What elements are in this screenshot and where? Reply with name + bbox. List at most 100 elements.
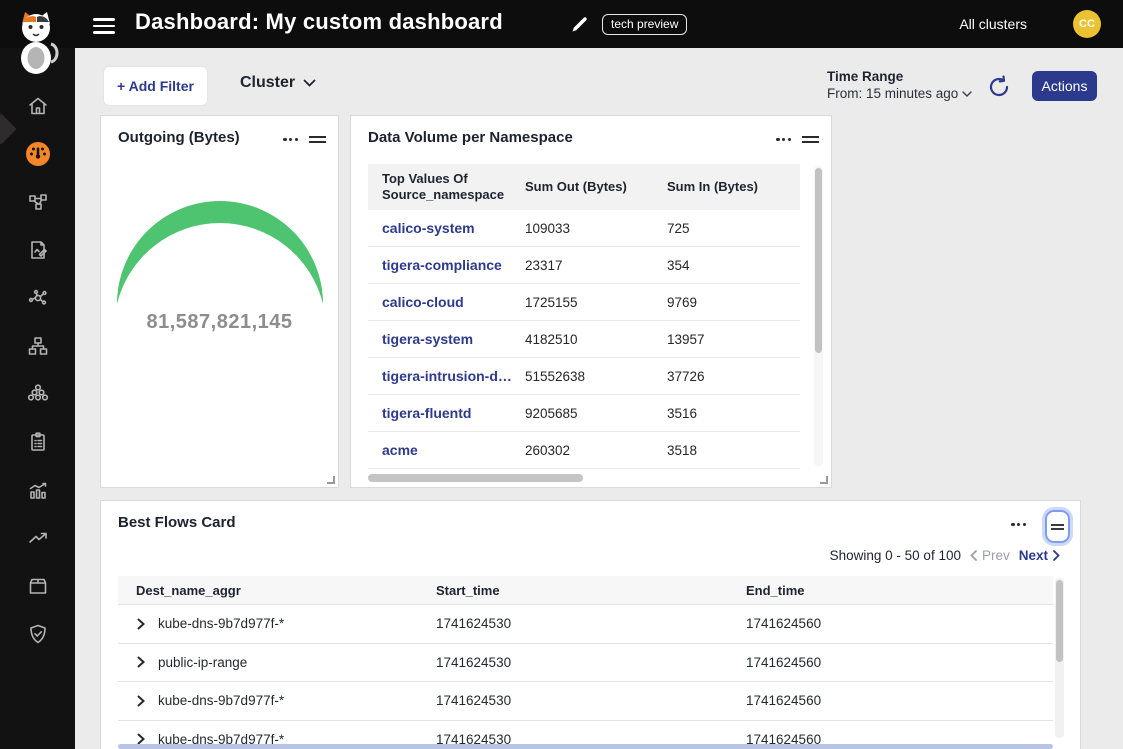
- card-drag-handle-icon[interactable]: [1045, 510, 1070, 543]
- bubbles-cluster-icon: [26, 382, 50, 406]
- card-title: Best Flows Card: [118, 514, 236, 531]
- namespace-link[interactable]: tigera-compliance: [382, 257, 502, 273]
- actions-button[interactable]: Actions: [1032, 71, 1097, 101]
- sidebar-item-policies[interactable]: [24, 428, 52, 456]
- sum-out-value: 23317: [511, 258, 653, 273]
- horizontal-scrollbar[interactable]: [368, 474, 800, 482]
- cluster-filter-dropdown[interactable]: Cluster: [240, 74, 316, 92]
- sidebar-item-service-graph[interactable]: [24, 188, 52, 216]
- chart-stats-icon: [26, 478, 50, 502]
- card-menu-icon[interactable]: [774, 134, 793, 145]
- horizontal-scrollbar[interactable]: [118, 744, 1053, 749]
- namespace-link[interactable]: acme: [382, 442, 418, 458]
- card-menu-icon[interactable]: [1009, 519, 1028, 530]
- edit-pencil-icon[interactable]: [570, 14, 590, 34]
- start-time: 1741624530: [418, 616, 728, 631]
- end-time: 1741624560: [728, 616, 1053, 631]
- table-row: kube-dns-9b7d977f-* 1741624530 174162456…: [118, 682, 1053, 721]
- sum-in-value: 3518: [653, 443, 800, 458]
- sum-out-value: 109033: [511, 221, 653, 236]
- card-menu-icon[interactable]: [281, 134, 300, 145]
- sum-out-value: 260302: [511, 443, 653, 458]
- sidebar-item-security[interactable]: [24, 620, 52, 648]
- namespace-link[interactable]: tigera-system: [382, 331, 473, 347]
- refresh-icon[interactable]: [986, 74, 1012, 100]
- chevron-down-icon: [303, 79, 316, 87]
- best-flows-card: Best Flows Card Showing 0 - 50 of 100 Pr…: [100, 500, 1081, 749]
- hamburger-menu-icon[interactable]: [93, 14, 115, 34]
- prev-page-button[interactable]: Prev: [970, 548, 1010, 563]
- sidebar-item-trends[interactable]: [24, 524, 52, 552]
- cluster-filter-label: Cluster: [240, 74, 295, 92]
- box-icon: [26, 574, 50, 598]
- card-title: Outgoing (Bytes): [118, 129, 240, 146]
- column-header: Start_time: [418, 583, 728, 598]
- sidebar-item-connections[interactable]: [24, 284, 52, 312]
- dest-name: kube-dns-9b7d977f-*: [158, 616, 284, 631]
- gauge-arc: [110, 199, 330, 309]
- sidebar-item-network[interactable]: [24, 332, 52, 360]
- column-header: Sum In (Bytes): [653, 173, 800, 201]
- namespace-table: Top Values Of Source_namespace Sum Out (…: [368, 164, 800, 469]
- shield-check-icon: [26, 622, 50, 646]
- trend-arrow-icon: [26, 526, 50, 550]
- card-drag-handle-icon[interactable]: [802, 136, 819, 143]
- sum-out-value: 9205685: [511, 406, 653, 421]
- chevron-right-icon: [1053, 550, 1060, 561]
- user-avatar[interactable]: CC: [1073, 10, 1101, 38]
- top-header: Dashboard: My custom dashboard tech prev…: [0, 0, 1123, 48]
- add-filter-button[interactable]: + Add Filter: [103, 66, 208, 106]
- table-row: tigera-compliance 23317 354: [368, 247, 800, 284]
- sitemap-icon: [26, 334, 50, 358]
- best-flows-table: Dest_name_aggr Start_time End_time kube-…: [118, 576, 1053, 749]
- sidebar-item-packages[interactable]: [24, 572, 52, 600]
- service-graph-icon: [26, 190, 50, 214]
- namespace-link[interactable]: calico-cloud: [382, 294, 464, 310]
- share-network-icon: [26, 286, 50, 310]
- time-range-control[interactable]: Time Range From: 15 minutes ago: [827, 69, 972, 101]
- sum-in-value: 13957: [653, 332, 800, 347]
- card-drag-handle-icon[interactable]: [309, 136, 326, 143]
- column-header: Sum Out (Bytes): [511, 173, 653, 201]
- table-row: kube-dns-9b7d977f-* 1741624530 174162456…: [118, 605, 1053, 644]
- row-expand-chevron-icon[interactable]: [136, 695, 146, 707]
- sum-out-value: 51552638: [511, 369, 653, 384]
- calico-cat-logo[interactable]: [13, 8, 61, 76]
- vertical-scrollbar[interactable]: [1055, 578, 1064, 738]
- report-edit-icon: [26, 238, 50, 262]
- sum-in-value: 725: [653, 221, 800, 236]
- sum-in-value: 37726: [653, 369, 800, 384]
- start-time: 1741624530: [418, 693, 728, 708]
- sidebar-item-reports[interactable]: [24, 236, 52, 264]
- namespace-link[interactable]: tigera-intrusion-d…: [382, 368, 511, 384]
- card-resize-handle[interactable]: [327, 476, 335, 484]
- sidebar-item-dashboards[interactable]: [24, 140, 52, 168]
- time-range-label: Time Range: [827, 69, 972, 84]
- namespace-link[interactable]: tigera-fluentd: [382, 405, 471, 421]
- vertical-scrollbar[interactable]: [814, 166, 823, 466]
- page-title: Dashboard: My custom dashboard: [135, 9, 503, 35]
- row-expand-chevron-icon[interactable]: [136, 618, 146, 630]
- table-row: calico-cloud 1725155 9769: [368, 284, 800, 321]
- sidebar-item-statistics[interactable]: [24, 476, 52, 504]
- card-resize-handle[interactable]: [820, 476, 828, 484]
- gauge-dashboard-icon: [24, 140, 52, 168]
- home-icon: [26, 94, 50, 118]
- best-flows-table-header: Dest_name_aggr Start_time End_time: [118, 576, 1053, 605]
- table-row: calico-system 109033 725: [368, 210, 800, 247]
- sidebar-notch: [0, 113, 17, 144]
- sidebar-item-home[interactable]: [24, 92, 52, 120]
- card-title: Data Volume per Namespace: [368, 129, 573, 146]
- column-header: End_time: [728, 583, 1053, 598]
- sidebar: [0, 0, 75, 749]
- sidebar-item-workloads[interactable]: [24, 380, 52, 408]
- sum-in-value: 9769: [653, 295, 800, 310]
- outgoing-bytes-card: Outgoing (Bytes) 81,587,821,145: [100, 115, 339, 488]
- cluster-scope-selector[interactable]: All clusters: [959, 16, 1027, 32]
- end-time: 1741624560: [728, 655, 1053, 670]
- row-expand-chevron-icon[interactable]: [136, 656, 146, 668]
- next-page-button[interactable]: Next: [1019, 548, 1060, 563]
- namespace-link[interactable]: calico-system: [382, 220, 475, 236]
- app-root: Dashboard: My custom dashboard tech prev…: [0, 0, 1123, 749]
- sum-out-value: 4182510: [511, 332, 653, 347]
